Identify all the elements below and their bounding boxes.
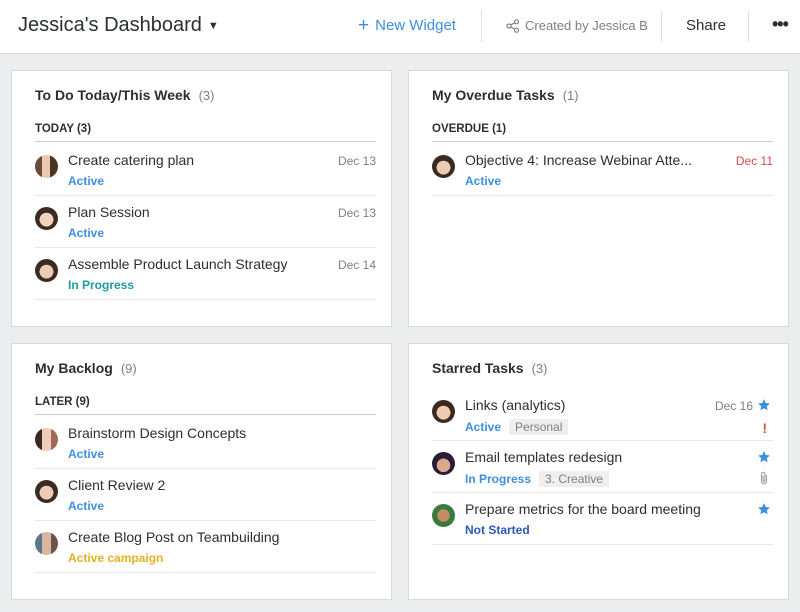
avatar	[35, 480, 58, 503]
exclamation-icon: !	[762, 420, 767, 436]
task-date: Dec 14	[337, 258, 376, 272]
widget-header: To Do Today/This Week (3)	[35, 87, 214, 103]
new-widget-button[interactable]: + New Widget	[358, 15, 456, 36]
avatar	[35, 155, 58, 178]
created-by: Created by Jessica B	[506, 18, 648, 33]
widget-header: Starred Tasks (3)	[432, 360, 547, 376]
widget-header: My Backlog (9)	[35, 360, 137, 376]
avatar	[35, 259, 58, 282]
widget-title[interactable]: My Backlog	[35, 360, 113, 376]
widget-count: (1)	[562, 88, 579, 103]
task-status-row: In Progress 3. Creative	[465, 471, 610, 487]
widget-title[interactable]: To Do Today/This Week	[35, 87, 191, 103]
widget-todo: To Do Today/This Week (3) TODAY (3) Crea…	[11, 70, 392, 327]
task-item[interactable]: Create catering plan Active Dec 13	[35, 144, 376, 196]
widget-starred: Starred Tasks (3) Links (analytics) Acti…	[408, 343, 789, 600]
widget-header: My Overdue Tasks (1)	[432, 87, 579, 103]
task-name[interactable]: Objective 4: Increase Webinar Atte...	[465, 152, 692, 168]
task-status[interactable]: Active	[465, 174, 501, 188]
new-widget-label: New Widget	[375, 17, 456, 34]
avatar	[432, 452, 455, 475]
caret-down-icon[interactable]: ▼	[208, 20, 219, 32]
task-date: Dec 16	[714, 399, 753, 413]
widget-title[interactable]: My Overdue Tasks	[432, 87, 555, 103]
task-item[interactable]: Plan Session Active Dec 13	[35, 196, 376, 248]
task-name[interactable]: Email templates redesign	[465, 449, 622, 465]
task-tag: Personal	[509, 419, 569, 435]
widget-count: (3)	[198, 88, 215, 103]
task-date: Dec 13	[337, 154, 376, 168]
task-list: Links (analytics) Active Personal Dec 16 …	[432, 389, 773, 545]
group-header-later: LATER (9)	[35, 396, 376, 415]
task-status[interactable]: Active	[68, 226, 104, 240]
task-item[interactable]: Assemble Product Launch Strategy In Prog…	[35, 248, 376, 300]
task-item[interactable]: Create Blog Post on Teambuilding Active …	[35, 521, 376, 573]
task-date: Dec 13	[337, 206, 376, 220]
task-status[interactable]: Active	[465, 420, 501, 434]
task-status[interactable]: Active	[68, 447, 104, 461]
avatar	[35, 207, 58, 230]
star-icon[interactable]	[757, 502, 771, 516]
task-item[interactable]: Brainstorm Design Concepts Active	[35, 417, 376, 469]
group-header-overdue: OVERDUE (1)	[432, 123, 773, 142]
task-name[interactable]: Plan Session	[68, 204, 150, 220]
dashboard-header: Jessica's Dashboard ▼ + New Widget Creat…	[0, 0, 800, 54]
header-divider	[481, 10, 482, 42]
task-item[interactable]: Client Review 2 Active	[35, 469, 376, 521]
task-list: Brainstorm Design Concepts Active Client…	[35, 417, 376, 573]
group-header-today: TODAY (3)	[35, 123, 376, 142]
task-list: Objective 4: Increase Webinar Atte... Ac…	[432, 144, 773, 196]
header-divider	[748, 10, 749, 42]
task-status-row: Active Personal	[465, 419, 569, 435]
dashboard-title[interactable]: Jessica's Dashboard ▼	[18, 14, 219, 37]
more-horizontal-icon[interactable]: •••	[772, 14, 789, 35]
task-name[interactable]: Assemble Product Launch Strategy	[68, 256, 287, 272]
avatar	[35, 428, 58, 451]
dashboard-title-text: Jessica's Dashboard	[18, 14, 202, 36]
task-item[interactable]: Objective 4: Increase Webinar Atte... Ac…	[432, 144, 773, 196]
star-icon[interactable]	[757, 398, 771, 412]
widget-count: (3)	[531, 361, 548, 376]
task-item[interactable]: Prepare metrics for the board meeting No…	[432, 493, 773, 545]
share-button[interactable]: Share	[686, 17, 726, 34]
avatar	[432, 400, 455, 423]
task-status[interactable]: Not Started	[465, 523, 530, 537]
widget-title[interactable]: Starred Tasks	[432, 360, 524, 376]
task-status[interactable]: In Progress	[465, 472, 531, 486]
widget-backlog: My Backlog (9) LATER (9) Brainstorm Desi…	[11, 343, 392, 600]
avatar	[35, 532, 58, 555]
created-by-text: Created by Jessica B	[525, 18, 648, 33]
task-name[interactable]: Client Review 2	[68, 477, 165, 493]
plus-icon: +	[358, 15, 370, 36]
task-name[interactable]: Links (analytics)	[465, 397, 565, 413]
task-name[interactable]: Brainstorm Design Concepts	[68, 425, 246, 441]
avatar	[432, 504, 455, 527]
task-tag: 3. Creative	[539, 471, 610, 487]
widget-count: (9)	[120, 361, 137, 376]
task-status[interactable]: Active campaign	[68, 551, 163, 565]
task-status[interactable]: Active	[68, 174, 104, 188]
task-date: Dec 11	[735, 154, 773, 168]
share-nodes-icon	[506, 18, 520, 33]
task-item[interactable]: Email templates redesign In Progress 3. C…	[432, 441, 773, 493]
task-name[interactable]: Create Blog Post on Teambuilding	[68, 529, 279, 545]
task-item[interactable]: Links (analytics) Active Personal Dec 16 …	[432, 389, 773, 441]
task-status[interactable]: In Progress	[68, 278, 134, 292]
task-status[interactable]: Active	[68, 499, 104, 513]
star-icon[interactable]	[757, 450, 771, 464]
task-name[interactable]: Prepare metrics for the board meeting	[465, 501, 701, 517]
task-list: Create catering plan Active Dec 13 Plan …	[35, 144, 376, 300]
widget-overdue: My Overdue Tasks (1) OVERDUE (1) Objecti…	[408, 70, 789, 327]
header-divider	[661, 10, 662, 42]
avatar	[432, 155, 455, 178]
task-name[interactable]: Create catering plan	[68, 152, 194, 168]
paperclip-icon	[760, 471, 768, 485]
